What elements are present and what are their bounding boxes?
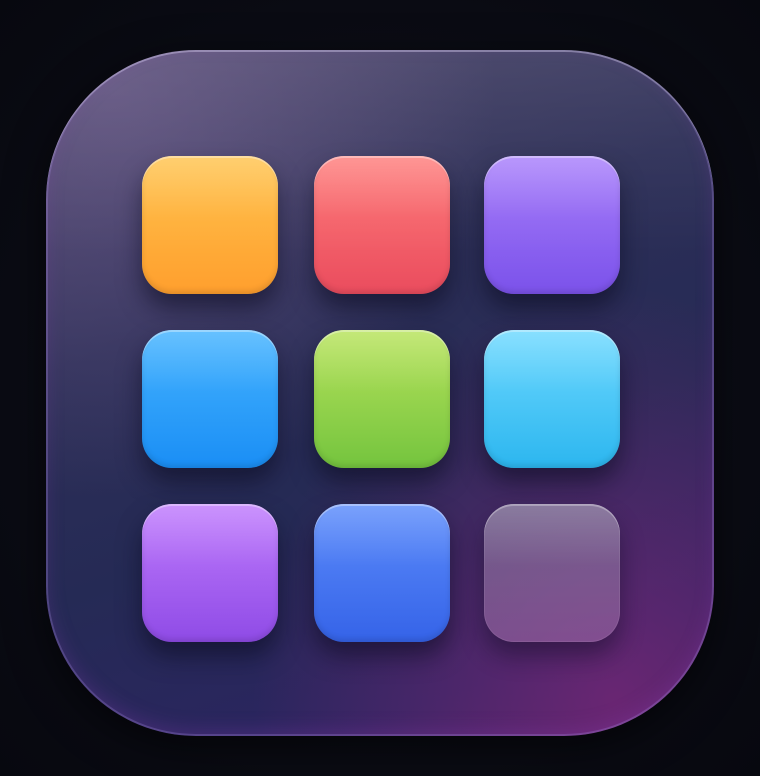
tile-orange-icon bbox=[142, 156, 278, 294]
canvas bbox=[0, 0, 760, 776]
app-grid-icon[interactable] bbox=[46, 50, 714, 736]
tile-cyan-icon bbox=[484, 330, 620, 468]
tile-violet-icon bbox=[484, 156, 620, 294]
tile-glass-icon bbox=[484, 504, 620, 642]
tile-red-icon bbox=[314, 156, 450, 294]
tile-purple-icon bbox=[142, 504, 278, 642]
tile-indigo-icon bbox=[314, 504, 450, 642]
tile-blue-icon bbox=[142, 330, 278, 468]
tile-green-icon bbox=[314, 330, 450, 468]
